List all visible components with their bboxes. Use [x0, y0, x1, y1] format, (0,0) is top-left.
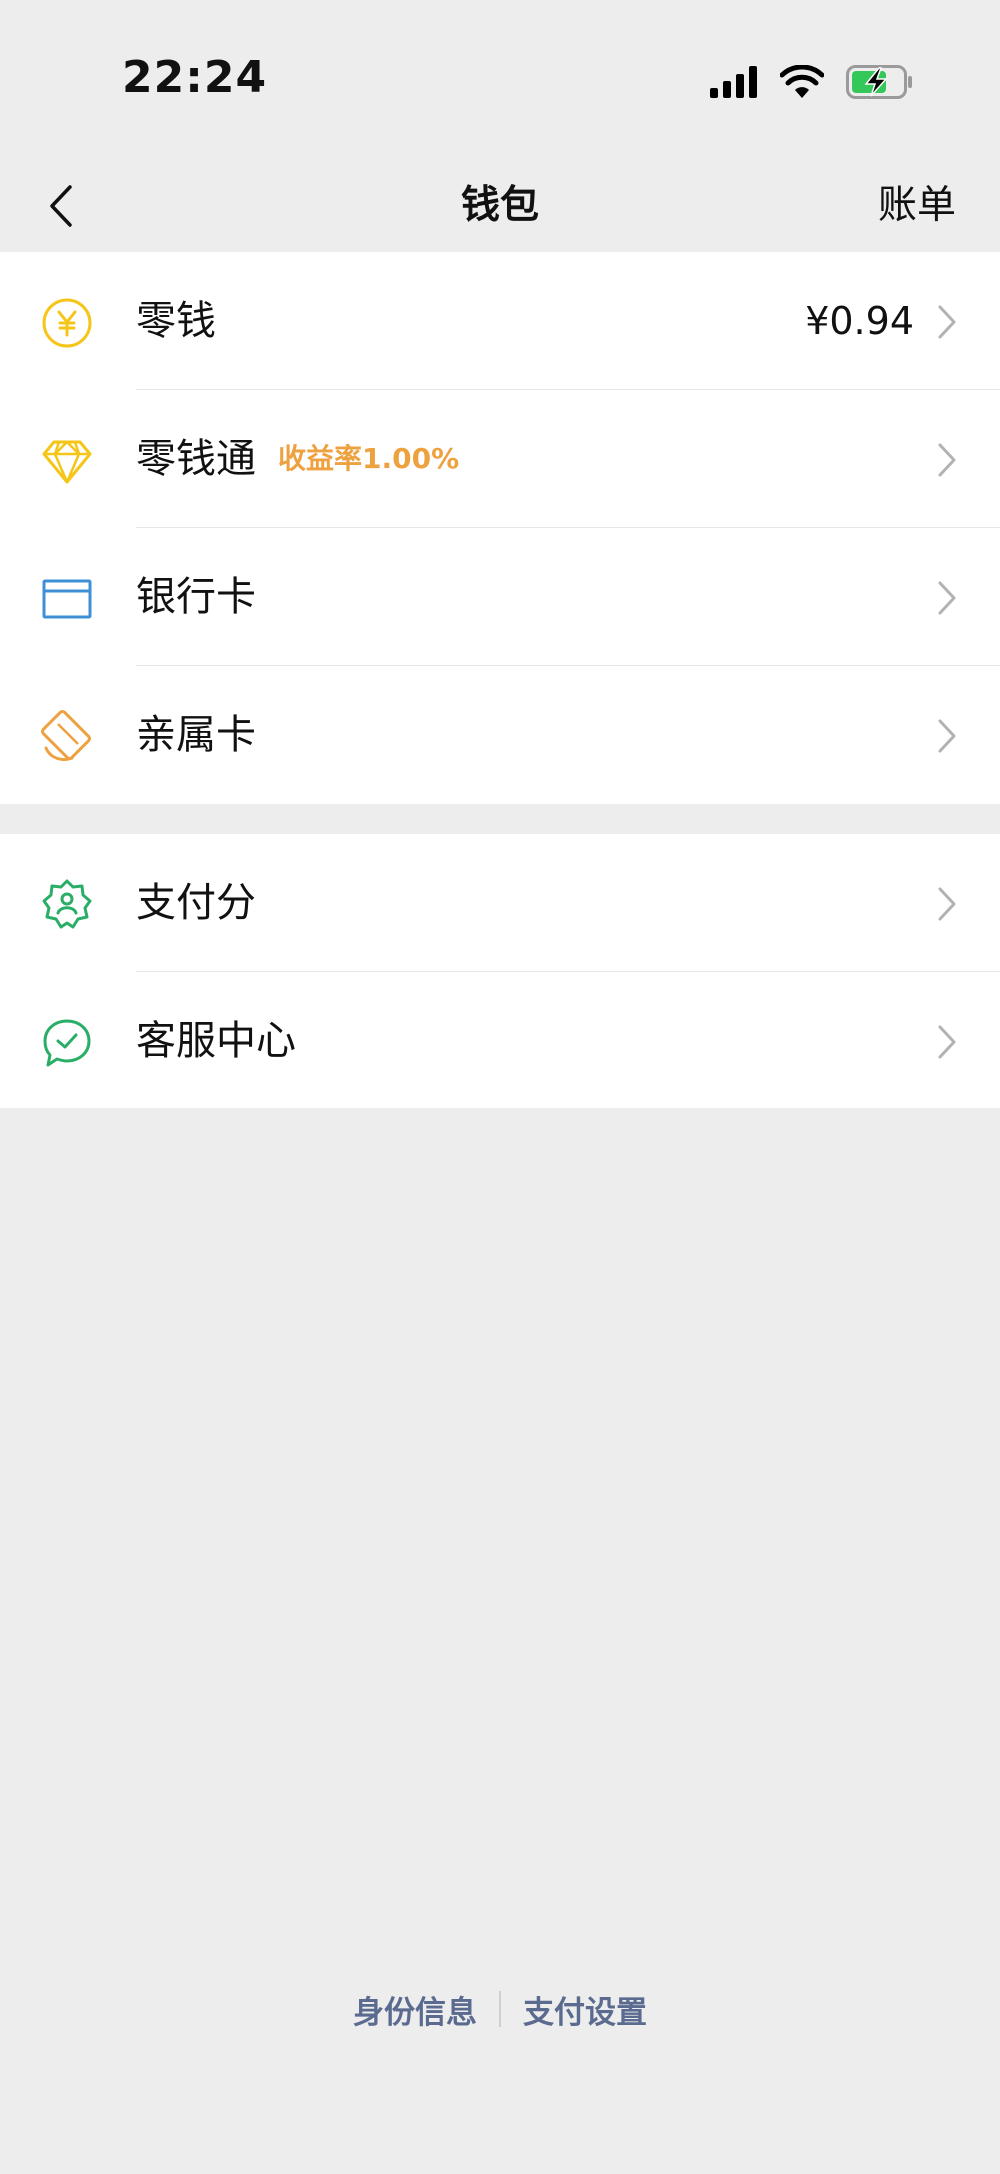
page-title: 钱包 [460, 183, 539, 228]
chevron-right-icon [938, 887, 956, 921]
chevron-right-icon [938, 443, 956, 477]
wallet-group-services: 支付分 客服中心 [0, 834, 1000, 1108]
diamond-icon [42, 440, 92, 484]
navbar: 钱包 账单 [0, 160, 1000, 252]
row-label: 客服中心 [136, 1018, 296, 1064]
pay-score-icon [42, 879, 92, 929]
row-label: 零钱 [136, 298, 216, 344]
identity-info-link[interactable]: 身份信息 [331, 1987, 499, 2032]
row-change-plus[interactable]: 零钱通 收益率1.00% [0, 390, 1000, 528]
bill-button[interactable]: 账单 [878, 174, 956, 238]
row-pay-score[interactable]: 支付分 [0, 834, 1000, 972]
row-family-card[interactable]: 亲属卡 [0, 666, 1000, 804]
chevron-right-icon [938, 581, 956, 615]
family-card-icon [40, 710, 92, 762]
row-label: 亲属卡 [136, 712, 256, 758]
wallet-group-main: 零钱 ¥0.94 零钱通 收益率1.00% 银行卡 亲属卡 [0, 252, 1000, 804]
status-icons [710, 60, 914, 104]
row-customer-service[interactable]: 客服中心 [0, 972, 1000, 1110]
yield-rate-badge: 收益率1.00% [278, 442, 460, 475]
footer-links: 身份信息 支付设置 [0, 1986, 1000, 2032]
row-label: 银行卡 [136, 574, 256, 620]
payment-settings-link[interactable]: 支付设置 [501, 1987, 669, 2032]
row-bank-card[interactable]: 银行卡 [0, 528, 1000, 666]
chevron-right-icon [938, 305, 956, 339]
row-label: 支付分 [136, 880, 256, 926]
battery-charging-icon [846, 65, 912, 99]
chevron-right-icon [938, 1025, 956, 1059]
customer-service-icon [43, 1019, 91, 1067]
signal-icon [710, 66, 757, 98]
chevron-right-icon [938, 719, 956, 753]
status-time: 22:24 [122, 52, 268, 103]
yuan-coin-icon [42, 298, 92, 348]
bank-card-icon [42, 579, 92, 619]
row-change[interactable]: 零钱 ¥0.94 [0, 252, 1000, 390]
change-balance: ¥0.94 [805, 299, 914, 343]
wifi-icon [780, 65, 824, 98]
row-label: 零钱通 [136, 436, 256, 482]
status-bar: 22:24 [0, 0, 1000, 160]
